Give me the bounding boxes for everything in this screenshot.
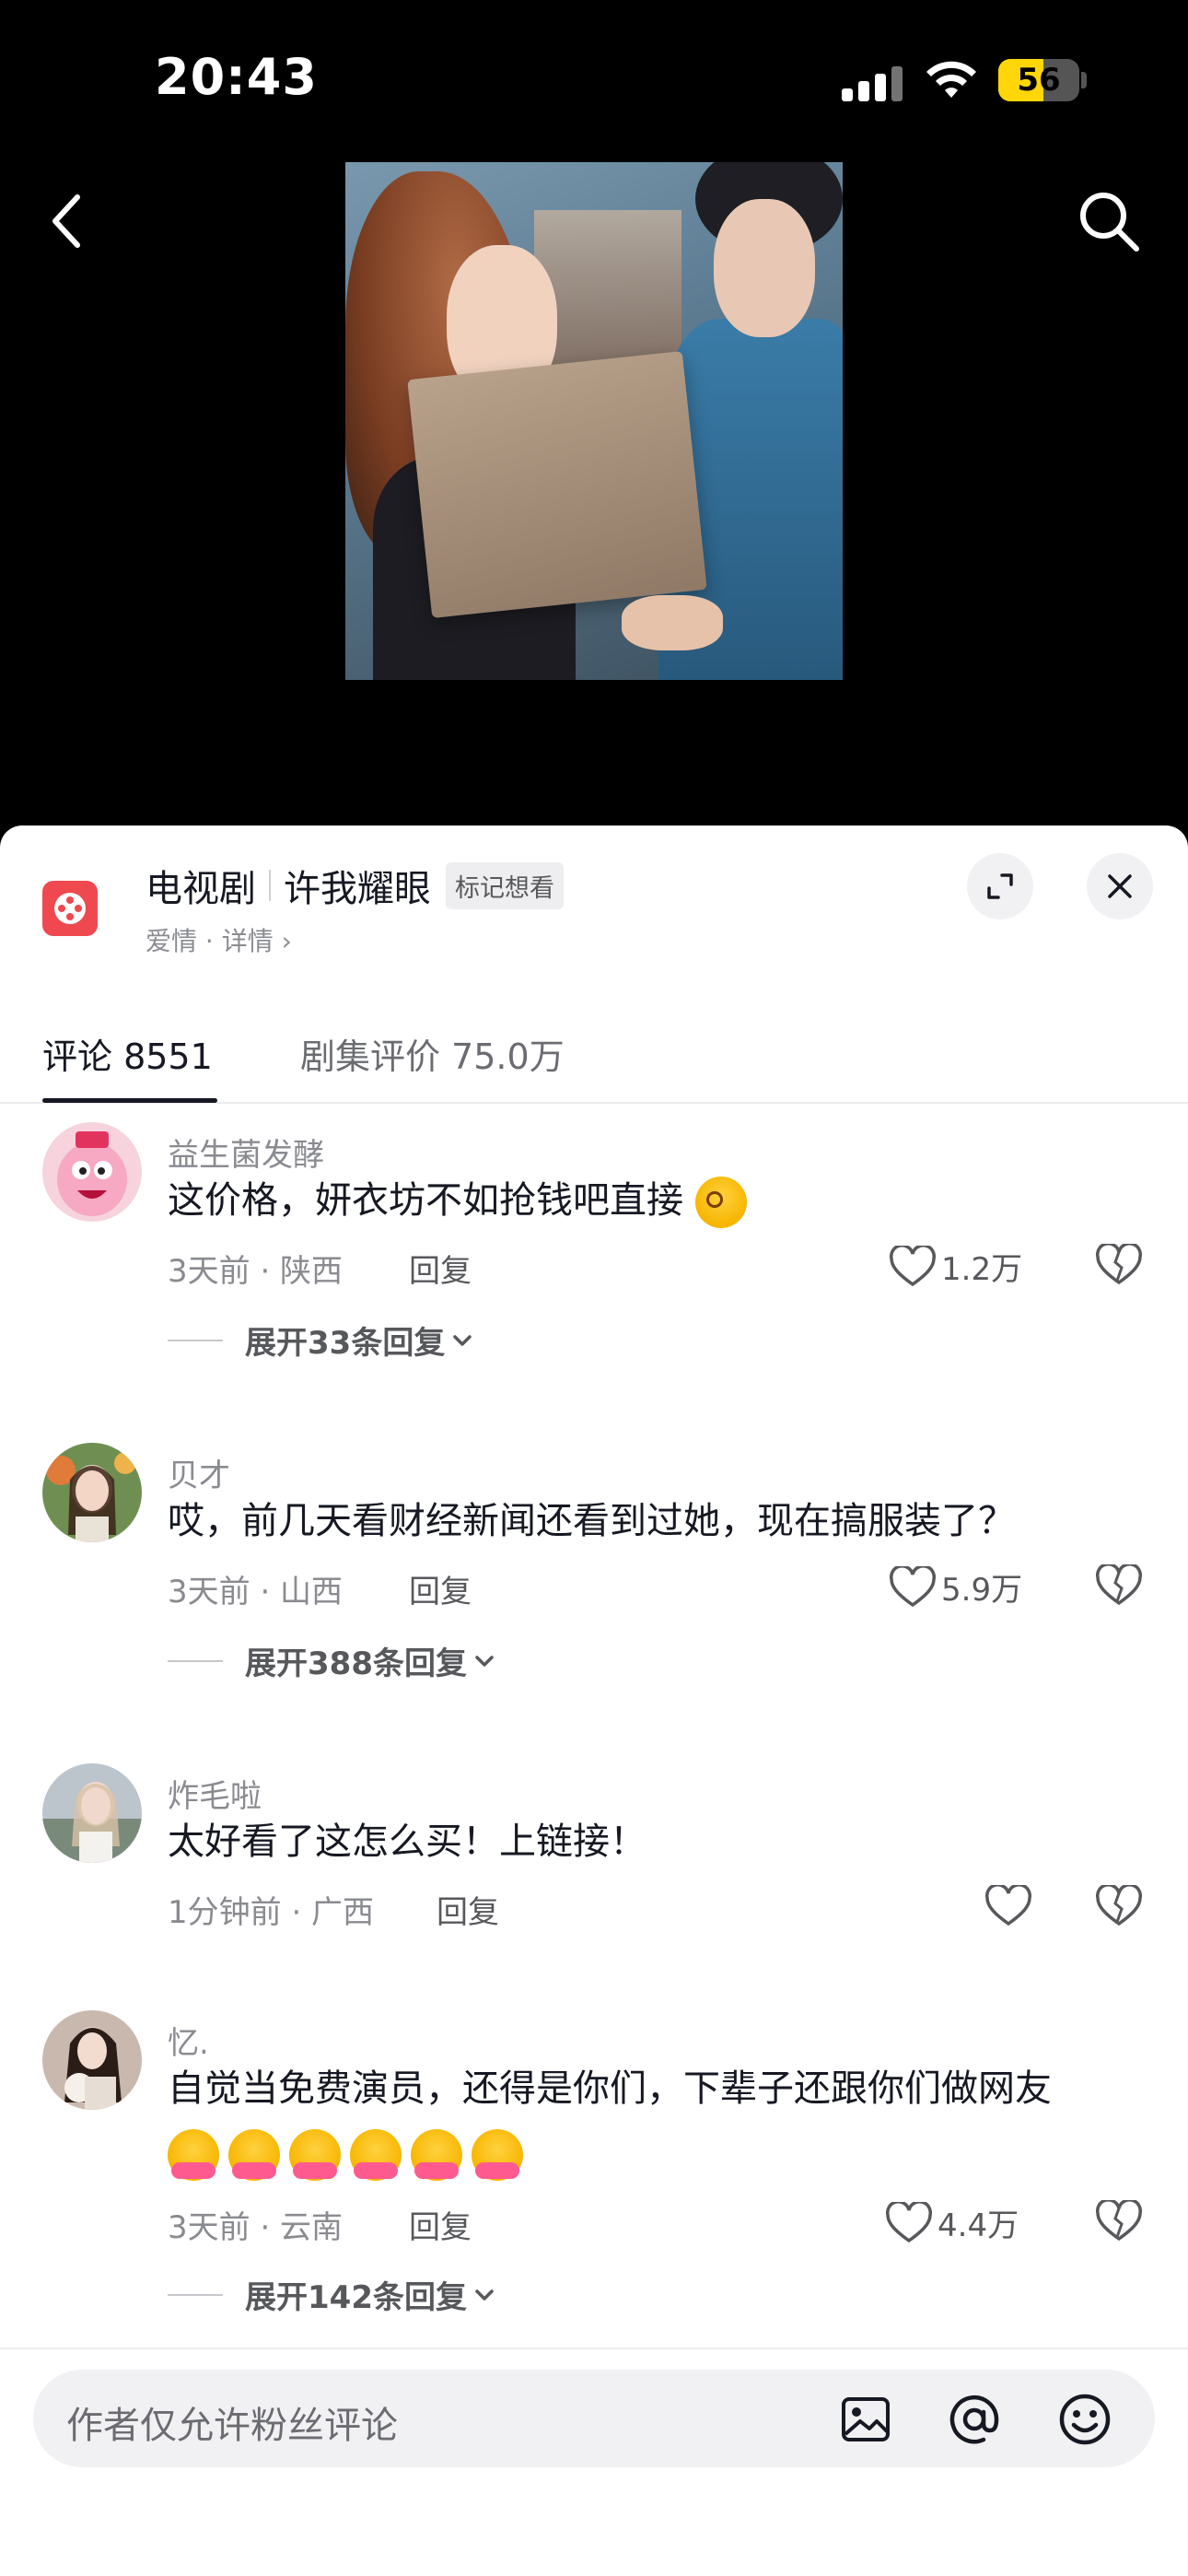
drama-logo-icon [42,881,98,936]
close-icon [1108,874,1132,898]
image-icon[interactable] [838,2392,893,2447]
cellular-signal-icon [842,64,903,101]
reply-button[interactable]: 回复 [409,1246,472,1291]
at-icon[interactable] [947,2392,1002,2447]
heart-icon [890,1565,936,1607]
hugging-face-emoji-icon [168,2129,219,2181]
hugging-face-emoji-icon [228,2129,280,2181]
avatar[interactable] [42,2010,142,2110]
heart-icon [890,1245,936,1286]
avatar[interactable] [42,1443,142,1542]
video-player[interactable] [345,162,843,680]
video-box [407,351,707,618]
drama-type: 电视剧 [146,868,256,910]
avatar-image [42,1763,142,1863]
tab-episode-reviews[interactable]: 剧集评价 75.0万 [300,1028,565,1079]
battery-percent: 56 [1017,62,1061,99]
like-button[interactable]: 4.4万 [886,2200,1019,2245]
active-tab-indicator [42,1098,217,1103]
film-reel-icon [54,893,86,924]
battery-cap [1081,72,1087,88]
heart-icon [886,2201,932,2242]
expand-replies-label: 展开388条回复 [245,1645,467,1682]
hugging-face-emoji-icon [350,2129,402,2181]
avatar-image [42,1443,142,1542]
like-button[interactable] [985,1885,1037,1927]
hugging-face-emoji-icon [289,2129,341,2181]
like-count: 1.2万 [941,1251,1023,1288]
tab-comments[interactable]: 评论 8551 [42,1028,213,1079]
broken-heart-icon[interactable] [1096,2200,1142,2242]
video-figure [622,595,723,650]
expand-replies[interactable]: 展开388条回复 [168,1638,496,1683]
status-bar: 20:43 56 [0,0,1188,157]
expand-icon [987,873,1013,899]
comment-meta: 3天前 · 陕西 [168,1253,344,1290]
comment-meta: 1分钟前 · 广西 [168,1894,375,1931]
avatar[interactable] [42,1763,142,1863]
drama-name: 许我耀眼 [284,868,431,910]
drama-title-row[interactable]: 电视剧 许我耀眼 标记想看 [146,859,564,912]
comment-text: 太好看了这怎么买！上链接！ [168,1821,646,1863]
expand-replies[interactable]: 展开142条回复 [168,2272,496,2317]
mark-want-button[interactable]: 标记想看 [446,861,564,909]
like-button[interactable]: 1.2万 [890,1244,1022,1289]
title-divider [269,870,271,901]
comment-tabs: 评论 8551 剧集评价 75.0万 [0,1010,1188,1104]
expand-replies-label: 展开142条回复 [245,2279,467,2316]
like-button[interactable]: 5.9万 [890,1564,1022,1610]
expand-dash [168,1339,223,1341]
broken-heart-icon[interactable] [1096,1564,1142,1607]
comment-sheet: 电视剧 许我耀眼 标记想看 爱情 · 详情 › 评论 8551 剧集评价 75.… [0,825,1188,2576]
drama-details-link[interactable]: 爱情 · 详情 › [146,921,292,958]
comment-text: 自觉当免费演员，还得是你们，下辈子还跟你们做网友 [168,2056,1153,2185]
expand-replies-label: 展开33条回复 [245,1325,446,1362]
expand-dash [168,2293,223,2296]
chevron-down-icon [453,1334,472,1346]
comment-meta: 3天前 · 山西 [168,1574,344,1610]
avatar-image [42,1122,142,1222]
emoji-row [168,2121,1153,2185]
expand-button[interactable] [967,853,1033,919]
chevron-down-icon [475,1655,494,1667]
comment-text: 哎，前几天看财经新闻还看到过她，现在搞服装了？ [168,1500,1015,1542]
avatar[interactable] [42,1122,142,1222]
like-count: 4.4万 [938,2207,1019,2244]
comment-input-bar[interactable]: 作者仅允许粉丝评论 [33,2370,1155,2467]
reply-button[interactable]: 回复 [437,1887,499,1932]
comment-meta: 3天前 · 云南 [168,2209,344,2246]
wifi-icon [926,61,976,98]
comment-body: 自觉当免费演员，还得是你们，下辈子还跟你们做网友 [168,2067,1052,2110]
reply-button[interactable]: 回复 [409,1566,472,1611]
search-icon[interactable] [1074,186,1144,256]
dizzy-face-emoji-icon [694,1177,747,1228]
hugging-face-emoji-icon [472,2129,523,2181]
comment-body: 这价格，妍衣坊不如抢钱吧直接 [168,1179,683,1222]
emoji-icon[interactable] [1057,2392,1112,2447]
broken-heart-icon[interactable] [1096,1885,1142,1927]
comment-text: 这价格，妍衣坊不如抢钱吧直接 [168,1168,1153,1233]
reply-button[interactable]: 回复 [409,2202,472,2247]
expand-replies[interactable]: 展开33条回复 [168,1317,474,1363]
back-arrow-icon[interactable] [41,184,96,258]
expand-dash [168,1659,223,1662]
like-count: 5.9万 [941,1572,1023,1609]
heart-icon [985,1885,1031,1926]
video-figure [714,199,815,337]
close-button[interactable] [1087,853,1153,919]
status-time: 20:43 [155,48,318,106]
broken-heart-icon[interactable] [1096,1244,1142,1286]
hugging-face-emoji-icon [411,2129,462,2181]
comment-input-placeholder[interactable]: 作者仅允许粉丝评论 [66,2395,398,2449]
battery-indicator: 56 [998,59,1079,101]
avatar-image [42,2010,142,2110]
input-divider [0,2348,1188,2349]
chevron-down-icon [475,2289,494,2301]
